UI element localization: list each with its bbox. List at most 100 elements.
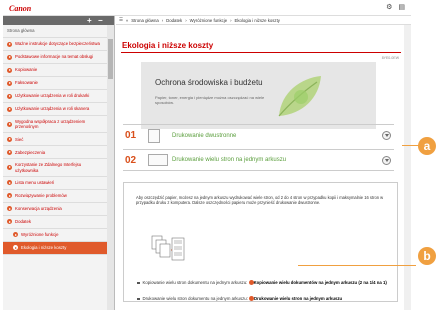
sidebar-scroll-thumb[interactable] <box>108 39 113 79</box>
sidebar-item-label: Dodatek <box>15 219 32 225</box>
bullet-link[interactable]: Kopiowanie wielu dokumentów na jednym ar… <box>254 280 387 285</box>
sidebar-item[interactable]: Zabezpieczenia <box>3 146 107 160</box>
arrow-bullet-icon <box>7 149 12 155</box>
arrow-bullet-icon <box>7 206 12 212</box>
canon-logo: Canon <box>9 4 32 13</box>
topic-detail: Aby oszczędzić papier, możesz na jednym … <box>123 182 398 302</box>
expand-toggle-icon[interactable] <box>382 156 391 165</box>
banner-title: Ochrona środowiska i budżetu <box>155 78 263 87</box>
sidebar-item[interactable]: Ekologia i niższe koszty <box>3 241 107 255</box>
sidebar-item[interactable]: Konserwacja urządzenia <box>3 203 107 216</box>
callout-b: b <box>418 247 436 265</box>
topic-row-nup[interactable]: 02 Drukowanie wielu stron na jednym arku… <box>123 149 394 171</box>
print-icon[interactable]: ▤ <box>398 3 405 11</box>
sidebar-item[interactable]: Lista menu ustawień <box>3 177 107 190</box>
breadcrumb-item[interactable]: Wyróżnione funkcje <box>190 18 227 23</box>
topic-link[interactable]: Drukowanie dwustronne <box>172 133 236 139</box>
arrow-bullet-icon <box>7 136 12 142</box>
sidebar-item-label: Zabezpieczenia <box>15 149 46 155</box>
sidebar-item[interactable]: Użytkowanie urządzenia w roli drukarki <box>3 90 107 103</box>
arrow-bullet-icon <box>7 193 12 199</box>
menu-icon[interactable]: ☰ <box>119 17 123 23</box>
sidebar-item-label: Użytkowanie urządzenia w roli drukarki <box>15 93 90 99</box>
help-window: Canon ⚙ ▤ + − Strona główna Ważne instruk… <box>3 0 411 310</box>
sidebar-item[interactable]: Sieć <box>3 133 107 147</box>
expand-toggle-icon[interactable] <box>382 131 391 140</box>
sidebar-item[interactable]: Podstawowe informacje na temat obsługi <box>3 51 107 64</box>
bullet-text: Drukowanie wielu stron dokumentu na jedn… <box>142 296 248 301</box>
collapse-all-button[interactable]: − <box>98 16 103 25</box>
arrow-bullet-icon <box>7 80 12 86</box>
breadcrumb-sep: › <box>185 17 187 23</box>
sidebar-item-label: Rozwiązywanie problemów <box>15 193 67 199</box>
breadcrumb-sep: › <box>230 17 232 23</box>
sidebar-item-label: Korzystanie ze Zdalnego Interfejsu użytk… <box>15 162 82 173</box>
list-item: Kopiowanie wielu stron dokumentu na jedn… <box>137 280 398 285</box>
sidebar-item-label: Lista menu ustawień <box>15 180 55 186</box>
breadcrumb-item[interactable]: Strona główna <box>131 18 158 23</box>
sidebar-item-label: Ważne instrukcje dotyczące bezpieczeństw… <box>15 41 100 47</box>
topic-number: 01 <box>125 130 137 141</box>
arrow-bullet-icon <box>7 41 12 47</box>
list-item: Drukowanie wielu stron dokumentu na jedn… <box>137 296 398 301</box>
pages-illustration-icon <box>151 235 185 261</box>
banner-subtitle: Papier, toner, energia i pieniądze można… <box>155 95 265 105</box>
arrow-bullet-icon <box>7 121 12 127</box>
arrow-bullet-icon <box>7 106 12 112</box>
leaf-icon <box>278 76 321 117</box>
arrow-bullet-icon <box>7 93 12 99</box>
banner: Ochrona środowiska i budżetu Papier, ton… <box>141 62 376 129</box>
arrow-bullet-icon <box>7 219 12 225</box>
sidebar-item-label: Wyróżnione funkcje <box>21 232 59 238</box>
arrow-bullet-icon <box>7 67 12 73</box>
sidebar-nav: Strona główna Ważne instrukcje dotyczące … <box>3 25 107 255</box>
sidebar-item[interactable]: Faksowanie <box>3 77 107 90</box>
sidebar-item-label: Wygodna współpraca z urządzeniem przenoś… <box>15 119 86 130</box>
gear-icon[interactable]: ⚙ <box>386 3 392 11</box>
sidebar-item-label: Strona główna <box>7 28 35 34</box>
content-scrollbar[interactable] <box>404 25 411 310</box>
sidebar-item-label: Konserwacja urządzenia <box>15 206 62 212</box>
callout-line <box>298 265 416 266</box>
sidebar-item[interactable]: Wyróżnione funkcje <box>3 229 107 242</box>
topic-link[interactable]: Drukowanie wielu stron na jednym arkuszu <box>172 157 286 163</box>
sidebar-item[interactable]: Strona główna <box>3 25 107 38</box>
expand-all-button[interactable]: + <box>87 16 92 25</box>
arrow-bullet-icon <box>7 180 12 186</box>
sidebar-scrollbar[interactable] <box>107 25 114 310</box>
back-icon[interactable]: « <box>126 18 128 23</box>
arrow-bullet-icon <box>13 232 18 238</box>
bullet-text: Kopiowanie wielu stron dokumentu na jedn… <box>142 280 248 285</box>
topic-row-duplex[interactable]: 01 Drukowanie dwustronne <box>123 124 394 146</box>
sidebar-item[interactable]: Rozwiązywanie problemów <box>3 190 107 203</box>
arrow-bullet-icon <box>13 245 18 251</box>
detail-text: Aby oszczędzić papier, możesz na jednym … <box>136 195 384 206</box>
page-title: Ekologia i niższe koszty <box>122 41 214 50</box>
sidebar-header: + − <box>3 16 114 25</box>
sidebar-item[interactable]: Wygodna współpraca z urządzeniem przenoś… <box>3 116 107 134</box>
document-icon <box>148 128 160 143</box>
sidebar-item-label: Podstawowe informacje na temat obsługi <box>15 54 94 60</box>
sidebar-item[interactable]: Dodatek <box>3 216 107 229</box>
multi-page-icon <box>148 154 168 166</box>
breadcrumb-item: Ekologia i niższe koszty <box>234 17 280 23</box>
sidebar-item-label: Użytkowanie urządzenia w roli skanera <box>15 106 90 112</box>
callout-a: a <box>418 137 436 155</box>
sidebar-item-label: Kopiowanie <box>15 67 38 73</box>
sidebar-item[interactable]: Kopiowanie <box>3 64 107 77</box>
topic-number: 02 <box>125 154 137 166</box>
arrow-bullet-icon <box>7 165 12 171</box>
title-divider <box>121 52 401 53</box>
breadcrumb-item[interactable]: Dodatek <box>166 18 182 23</box>
page-code: 8YE0-0EW <box>381 56 399 60</box>
sidebar-item-label: Faksowanie <box>15 80 38 86</box>
arrow-bullet-icon <box>7 54 12 60</box>
sidebar-item-label: Ekologia i niższe koszty <box>21 245 67 251</box>
top-bar: Canon ⚙ ▤ <box>3 0 411 16</box>
sidebar-item[interactable]: Korzystanie ze Zdalnego Interfejsu użytk… <box>3 159 107 177</box>
sidebar-item[interactable]: Ważne instrukcje dotyczące bezpieczeństw… <box>3 38 107 51</box>
sidebar-item[interactable]: Użytkowanie urządzenia w roli skanera <box>3 103 107 116</box>
bullet-link[interactable]: Drukowanie wielu stron na jednym arkuszu <box>254 296 342 301</box>
sidebar: + − Strona główna Ważne instrukcje dotycz… <box>3 16 115 310</box>
breadcrumb: ☰ « Strona główna › Dodatek › Wyróżnione… <box>116 16 411 25</box>
